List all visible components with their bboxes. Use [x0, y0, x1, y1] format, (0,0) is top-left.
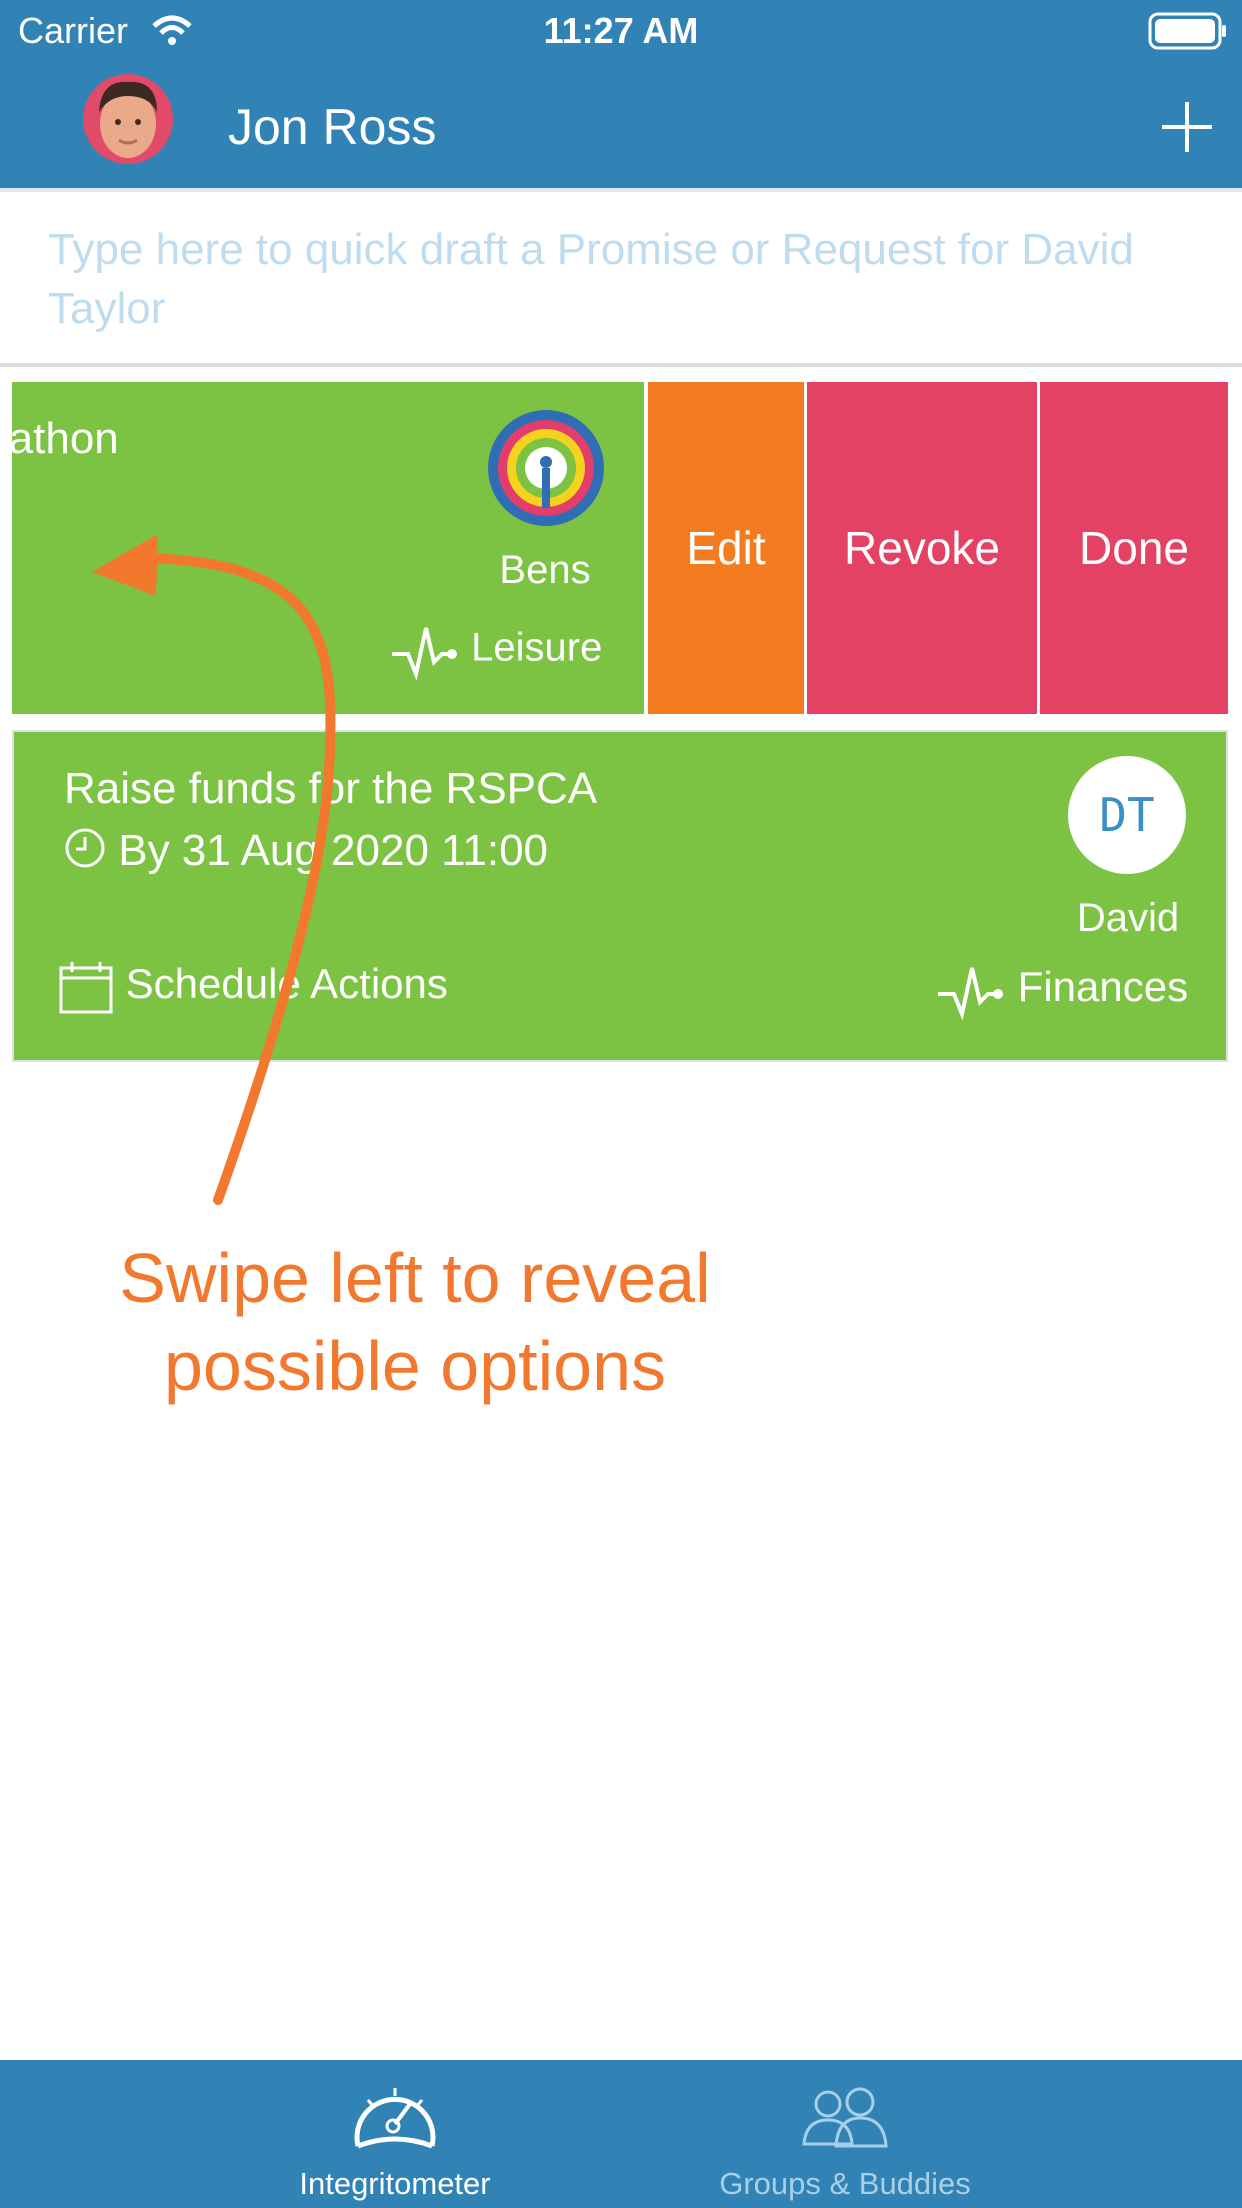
status-time: 11:27 AM	[543, 10, 699, 51]
clock-icon	[65, 828, 105, 868]
page-title: Jon Ross	[228, 99, 437, 155]
schedule-actions-label: Schedule Actions	[125, 960, 448, 1008]
person-avatar: DT	[1068, 756, 1186, 874]
card-title: Raise funds for the RSPCA	[64, 764, 598, 813]
card-category: Leisure	[390, 620, 603, 681]
profile-avatar[interactable]	[83, 74, 173, 164]
card-person: Bens	[499, 548, 591, 592]
tab-groups-buddies[interactable]: Groups & Buddies	[700, 2070, 990, 2208]
revoke-button[interactable]: Revoke	[807, 382, 1037, 714]
done-button[interactable]: Done	[1040, 382, 1228, 714]
card-category-label: Finances	[1017, 963, 1189, 1011]
pulse-icon	[392, 627, 457, 681]
group-logo-icon	[488, 410, 604, 526]
draft-divider	[0, 363, 1242, 367]
pulse-icon	[938, 967, 1003, 1021]
card-category-label: Leisure	[471, 625, 603, 670]
tab-integritometer[interactable]: Integritometer	[250, 2070, 540, 2208]
quick-draft-placeholder: Type here to quick draft a Promise or Re…	[48, 225, 1134, 333]
tab-bar	[0, 2060, 1242, 2208]
gauge-icon	[354, 2088, 436, 2149]
card-category: Finances	[936, 960, 1189, 1021]
tab-label: Groups & Buddies	[719, 2166, 971, 2201]
tab-label: Integritometer	[299, 2166, 491, 2201]
calendar-icon	[59, 962, 113, 1014]
card-due-date: )	[0, 476, 3, 526]
card-title: rathon	[0, 414, 119, 463]
battery-icon	[1148, 12, 1226, 50]
swipe-hint-line1: Swipe left to reveal	[119, 1239, 711, 1317]
schedule-actions-button[interactable]: Schedule Actions	[58, 960, 448, 1014]
card-due-date: By 31 Aug 2020 11:00	[64, 826, 548, 876]
add-button[interactable]	[1160, 100, 1214, 154]
edit-button[interactable]: Edit	[648, 382, 804, 714]
card-person: David	[1076, 896, 1180, 940]
swipe-hint: Swipe left to reveal possible options	[60, 1234, 770, 1410]
card-due-text: By 31 Aug 2020 11:00	[118, 826, 549, 875]
swipe-hint-line2: possible options	[164, 1327, 666, 1405]
people-icon	[802, 2087, 888, 2148]
user-photo-icon	[83, 74, 173, 164]
